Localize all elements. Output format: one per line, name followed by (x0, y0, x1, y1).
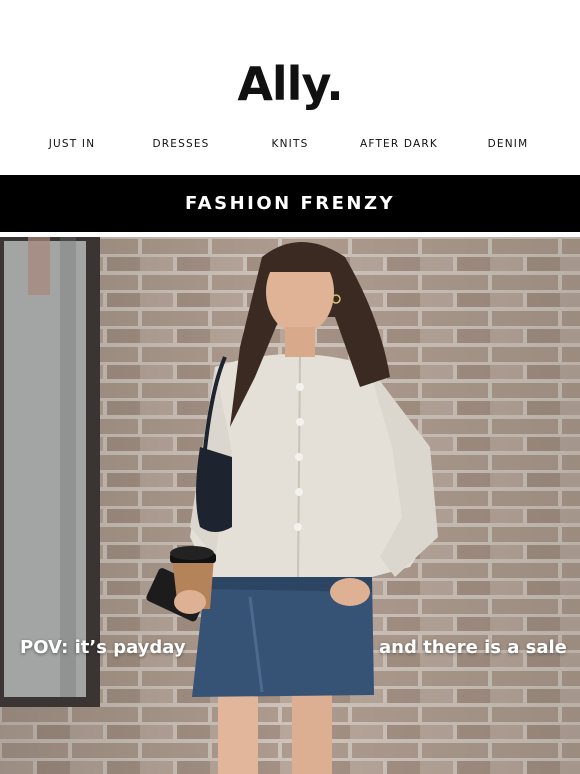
hero-photo-illustration (0, 237, 580, 774)
brand-logo[interactable]: Ally. (0, 52, 580, 116)
hero-caption-right: and there is a sale (379, 637, 567, 658)
nav-item-knits[interactable]: KNITS (272, 133, 309, 155)
nav-item-denim[interactable]: DENIM (488, 133, 529, 155)
nav-item-after-dark[interactable]: AFTER DARK (360, 133, 438, 155)
category-nav: JUST IN DRESSES KNITS AFTER DARK DENIM (0, 133, 580, 155)
legs (218, 692, 258, 774)
promo-banner[interactable]: FASHION FRENZY (0, 175, 580, 232)
hero-caption-left: POV: it’s payday (20, 637, 186, 658)
email-header: Ally. JUST IN DRESSES KNITS AFTER DARK D… (0, 0, 580, 175)
handbag (196, 447, 232, 532)
hero-image[interactable]: POV: it’s payday and there is a sale (0, 237, 580, 774)
nav-item-dresses[interactable]: DRESSES (152, 133, 209, 155)
nav-item-just-in[interactable]: JUST IN (49, 133, 96, 155)
